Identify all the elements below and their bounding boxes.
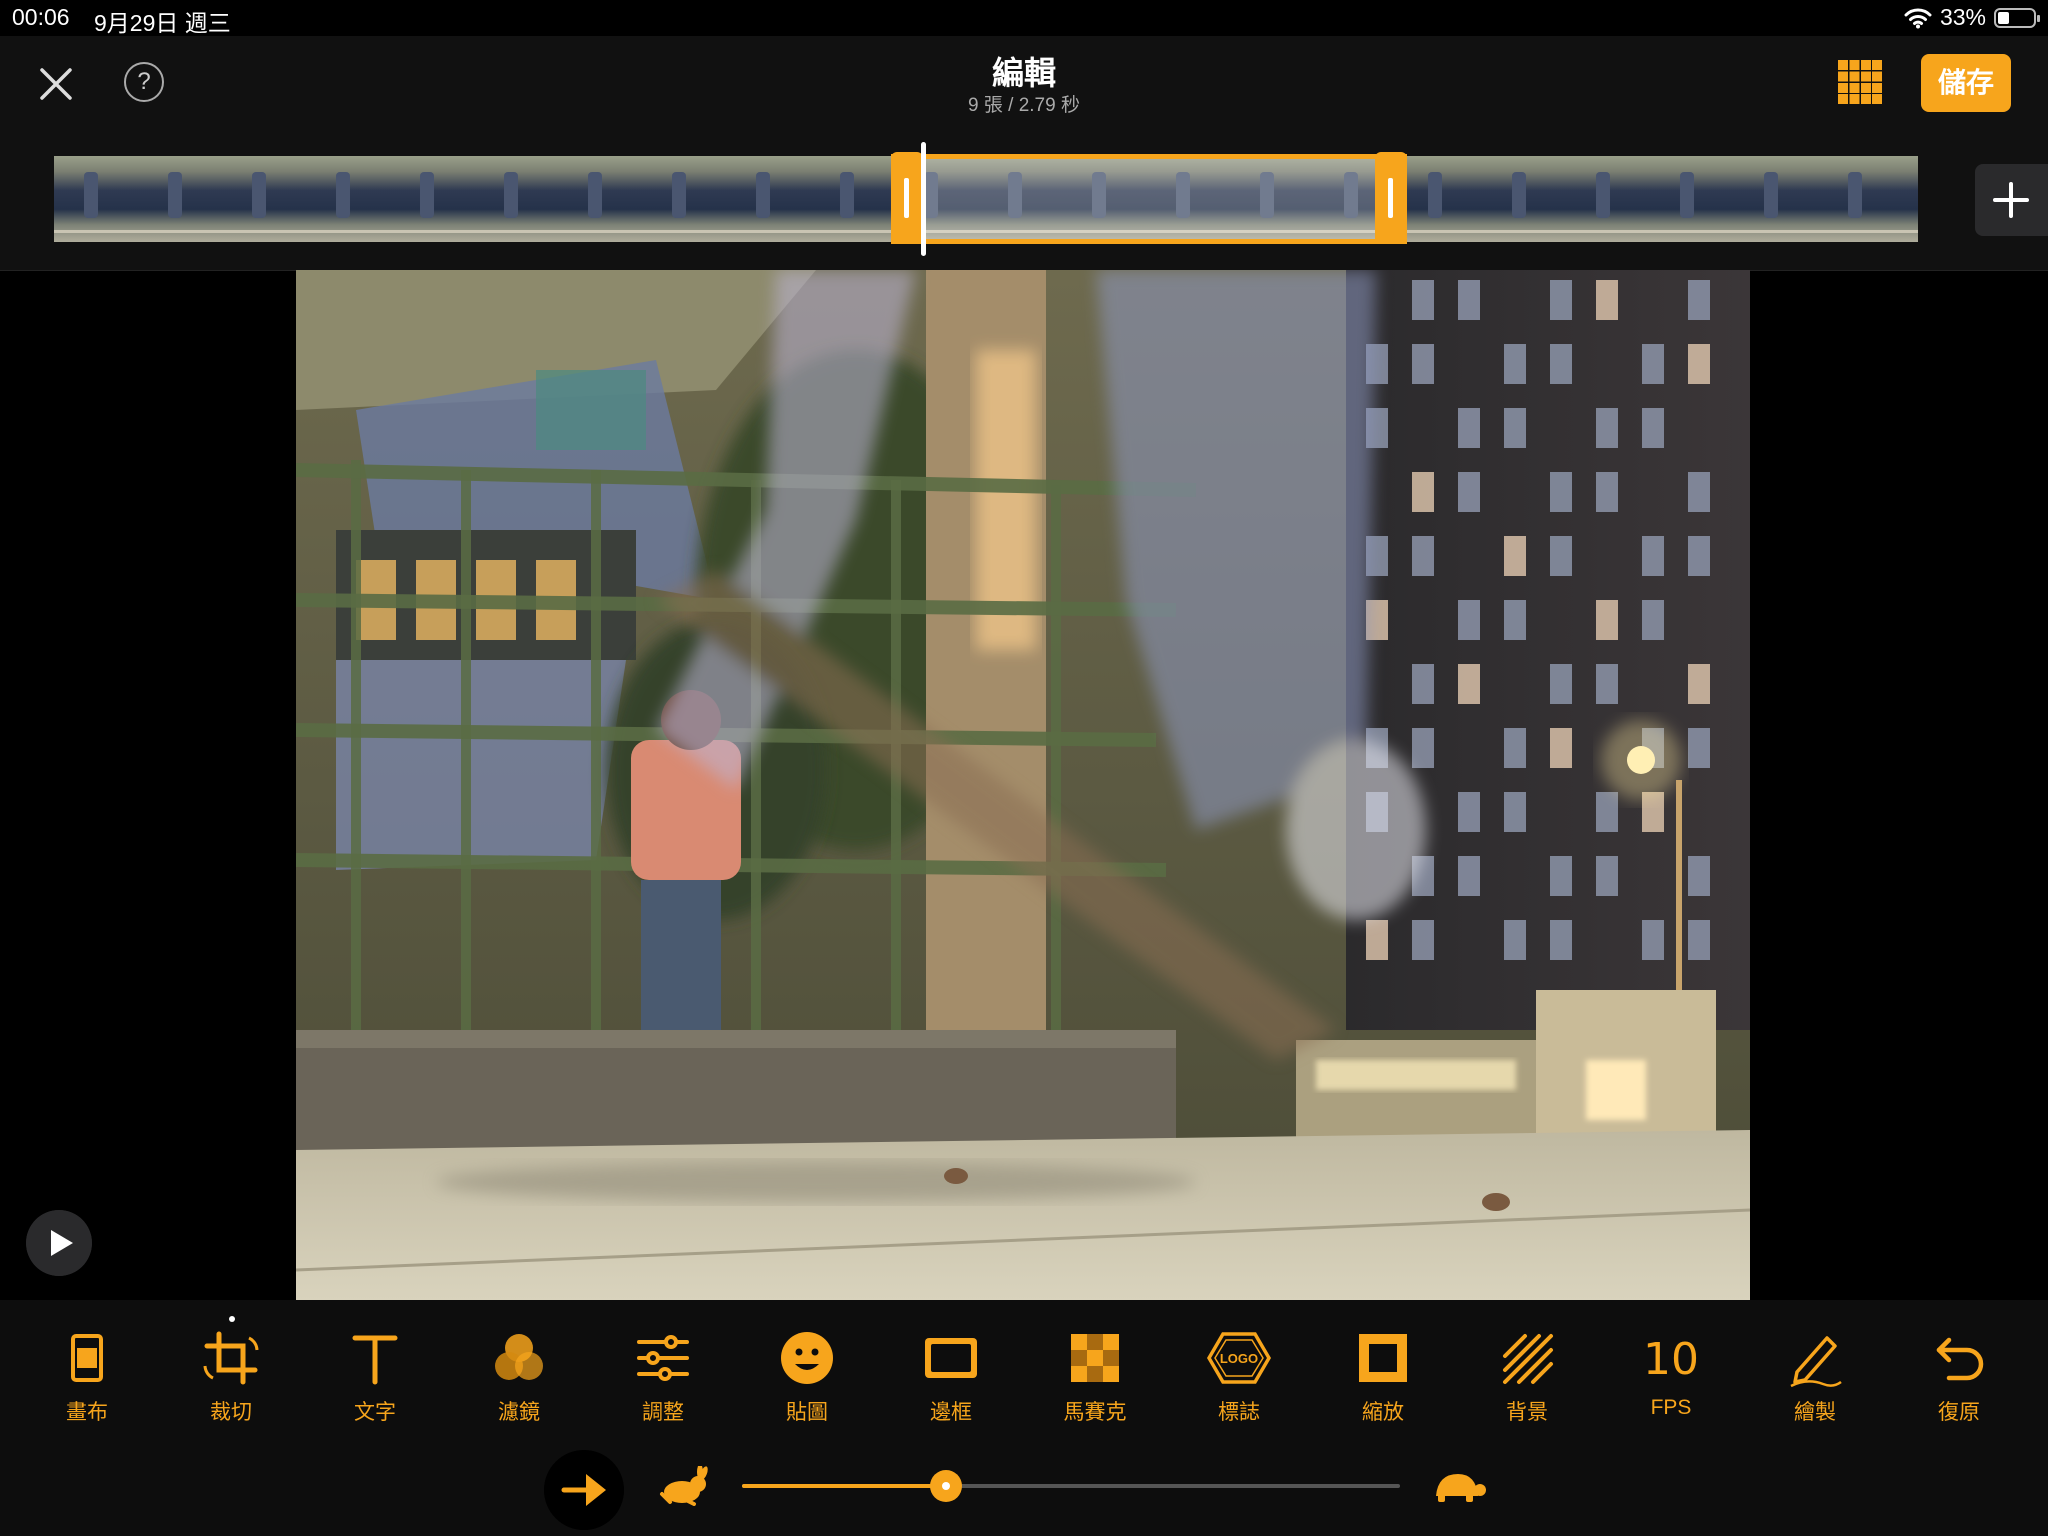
border-icon xyxy=(925,1338,977,1378)
tool-label: 濾鏡 xyxy=(498,1401,540,1424)
tool-label: 縮放 xyxy=(1362,1401,1404,1424)
filmstrip-frame xyxy=(1566,156,1651,242)
tool-label: 繪製 xyxy=(1794,1401,1836,1424)
play-icon[interactable] xyxy=(26,1210,92,1276)
battery-icon xyxy=(1994,7,2040,28)
crop-indicator-dot xyxy=(229,1316,235,1322)
tool-undo[interactable]: 復原 xyxy=(1894,1326,2024,1436)
tool-draw[interactable]: 繪製 xyxy=(1750,1326,1880,1436)
logo-badge-text: LOGO xyxy=(1220,1351,1258,1366)
tool-crop[interactable]: 裁切 xyxy=(166,1326,296,1436)
filter-icon xyxy=(495,1334,543,1380)
filmstrip-frame xyxy=(474,156,559,242)
tool-adjust[interactable]: 調整 xyxy=(598,1326,728,1436)
tool-zoom[interactable]: 縮放 xyxy=(1318,1326,1448,1436)
battery-percent: 33% xyxy=(1939,4,1986,30)
status-date: 9月29日 週三 xyxy=(94,10,231,36)
tool-filter[interactable]: 濾鏡 xyxy=(454,1326,584,1436)
rabbit-icon xyxy=(660,1466,708,1506)
filmstrip-frame xyxy=(54,156,139,242)
filmstrip-frame xyxy=(390,156,475,242)
playhead[interactable] xyxy=(921,142,926,256)
filmstrip-frame xyxy=(1734,156,1819,242)
tool-label: 裁切 xyxy=(210,1401,252,1424)
filmstrip-frame xyxy=(1398,156,1483,242)
fps-icon: 10 xyxy=(1643,1334,1699,1385)
page-title: 編輯 xyxy=(991,55,1056,91)
filmstrip-frame xyxy=(222,156,307,242)
tool-label: 背景 xyxy=(1506,1401,1548,1424)
speed-slider-fill xyxy=(742,1484,946,1488)
top-bar: ? 編輯 9 張 / 2.79 秒 儲存 xyxy=(0,36,2048,146)
tool-label: 標誌 xyxy=(1218,1401,1260,1424)
wifi-icon xyxy=(1904,8,1932,28)
filmstrip-frame xyxy=(306,156,391,242)
speed-slider-thumb[interactable] xyxy=(929,1470,962,1502)
tool-canvas[interactable]: 畫布 xyxy=(22,1326,152,1436)
status-time: 00:06 xyxy=(12,4,70,30)
filmstrip-frame xyxy=(642,156,727,242)
turtle-icon xyxy=(1436,1474,1486,1502)
fps-value: 10 xyxy=(1643,1334,1699,1385)
tool-logo[interactable]: LOGO 標誌 xyxy=(1174,1326,1304,1436)
tool-label: 調整 xyxy=(642,1401,684,1424)
save-button[interactable]: 儲存 xyxy=(1921,54,2011,112)
tool-label: 文字 xyxy=(354,1401,396,1424)
undo-icon xyxy=(1936,1337,1984,1381)
timeline xyxy=(0,142,2048,271)
draw-icon xyxy=(1790,1336,1842,1388)
tool-label: FPS xyxy=(1650,1396,1692,1419)
text-icon xyxy=(352,1335,398,1385)
add-icon[interactable] xyxy=(1975,164,2048,236)
filmstrip-frame xyxy=(726,156,811,242)
filmstrip-frame xyxy=(1818,156,1903,242)
play-direction-icon[interactable] xyxy=(544,1450,624,1530)
tool-sticker[interactable]: 貼圖 xyxy=(742,1326,872,1436)
logo-icon: LOGO xyxy=(1207,1332,1271,1384)
crop-icon xyxy=(203,1331,259,1385)
filmstrip-frame xyxy=(810,156,895,242)
trim-start-handle[interactable] xyxy=(891,152,923,244)
tool-label: 畫布 xyxy=(66,1401,108,1424)
adjust-icon xyxy=(637,1335,689,1381)
filmstrip-frame xyxy=(1902,156,1918,242)
speed-slider[interactable] xyxy=(742,1470,1400,1502)
tool-label: 馬賽克 xyxy=(1063,1401,1127,1424)
filmstrip-frame xyxy=(558,156,643,242)
tool-background[interactable]: 背景 xyxy=(1462,1326,1592,1436)
filmstrip-frame xyxy=(138,156,223,242)
sticker-icon xyxy=(781,1332,833,1384)
mosaic-icon xyxy=(1071,1334,1119,1382)
tool-text[interactable]: 文字 xyxy=(310,1326,440,1436)
zoom-icon xyxy=(1359,1334,1407,1382)
speed-bar xyxy=(0,1440,2048,1536)
grid-icon[interactable] xyxy=(1838,60,1882,104)
tool-label: 邊框 xyxy=(930,1401,972,1424)
background-icon xyxy=(1503,1334,1553,1384)
trim-end-handle[interactable] xyxy=(1375,152,1407,244)
tool-label: 貼圖 xyxy=(786,1401,828,1424)
canvas-icon xyxy=(71,1334,103,1382)
status-bar: 00:06 9月29日 週三 33% xyxy=(0,0,2048,36)
filmstrip-frame xyxy=(1650,156,1735,242)
video-preview[interactable] xyxy=(296,270,1750,1300)
filmstrip-frame xyxy=(1482,156,1567,242)
tool-mosaic[interactable]: 馬賽克 xyxy=(1030,1326,1160,1436)
trim-selection[interactable] xyxy=(891,154,1407,244)
tool-fps[interactable]: 10 FPS xyxy=(1606,1326,1736,1436)
tool-label: 復原 xyxy=(1938,1401,1980,1424)
tool-border[interactable]: 邊框 xyxy=(886,1326,1016,1436)
frame-count-duration: 9 張 / 2.79 秒 xyxy=(968,95,1080,116)
